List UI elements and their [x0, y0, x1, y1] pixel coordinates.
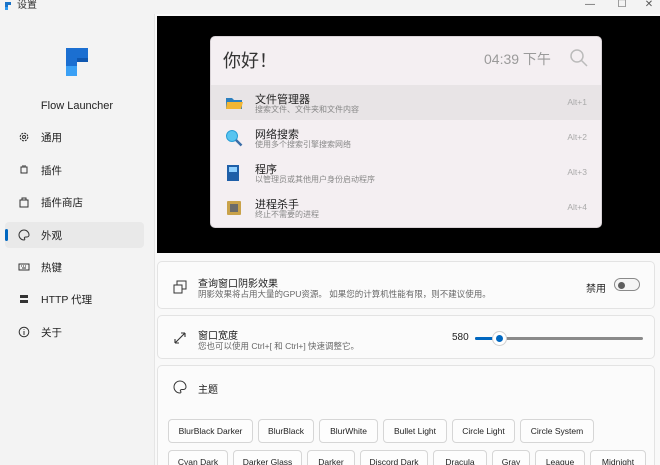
proxy-icon: [17, 292, 31, 306]
palette-icon: [173, 380, 187, 394]
preview-query-text: 你好！: [223, 51, 277, 71]
result-subtitle: 终止不需要的进程: [255, 210, 319, 219]
sidebar-item-plugins[interactable]: 插件: [5, 157, 144, 183]
preview-result-item: 程序 以管理员或其他用户身份启动程序 Alt+3: [211, 155, 601, 190]
theme-option[interactable]: Bullet Light: [383, 419, 447, 443]
theme-option[interactable]: BlurBlack: [258, 419, 314, 443]
result-subtitle: 以管理员或其他用户身份启动程序: [255, 175, 375, 184]
sidebar-item-label: 外观: [41, 229, 62, 242]
shadow-effect-card: 查询窗口阴影效果 阴影效果将占用大量的GPU资源。 如果您的计算机性能有限，则不…: [157, 261, 655, 309]
window-width-card: 窗口宽度 您也可以使用 Ctrl+[ 和 Ctrl+] 快速调整它。 580: [157, 315, 655, 359]
sidebar-item-label: HTTP 代理: [41, 293, 93, 306]
preview-result-item: 进程杀手 终止不需要的进程 Alt+4: [211, 190, 601, 225]
preview-result-item: 文件管理器 搜索文件、文件夹和文件内容 Alt+1: [211, 85, 601, 120]
result-hotkey: Alt+4: [567, 202, 587, 212]
theme-option[interactable]: Darker Glass: [233, 450, 302, 465]
sidebar-item-label: 关于: [41, 326, 62, 339]
resize-icon: [174, 332, 186, 344]
sidebar-item-about[interactable]: 关于: [5, 319, 144, 345]
preview-clock: 04:39 下午: [484, 51, 551, 67]
sidebar-item-plugin-store[interactable]: 插件商店: [5, 189, 144, 215]
search-icon: [570, 49, 588, 67]
result-subtitle: 使用多个搜索引擎搜索网络: [255, 140, 351, 149]
theme-option[interactable]: Discord Dark: [360, 450, 428, 465]
appearance-page: 你好！ 04:39 下午 文件管理器 搜索文件、文件夹和文件内容 Alt+1 网…: [154, 14, 660, 465]
minimize-button[interactable]: —: [575, 0, 605, 12]
plugin-icon: [17, 163, 31, 177]
slider-thumb[interactable]: [491, 331, 507, 346]
brand-name: Flow Launcher: [40, 100, 114, 112]
sidebar-item-http-proxy[interactable]: HTTP 代理: [5, 286, 144, 312]
sidebar-item-general[interactable]: 通用: [5, 124, 144, 150]
shadow-effect-desc: 阴影效果将占用大量的GPU资源。 如果您的计算机性能有限，则不建议使用。: [198, 289, 491, 299]
close-button[interactable]: ✕: [634, 0, 660, 12]
theme-option[interactable]: BlurWhite: [319, 419, 378, 443]
cpu-icon: [227, 201, 241, 215]
active-indicator: [5, 229, 8, 241]
theme-option[interactable]: Dracula: [433, 450, 487, 465]
theme-option[interactable]: Circle System: [520, 419, 594, 443]
window-width-value: 580: [452, 332, 469, 343]
gear-icon: [17, 130, 31, 144]
window-width-desc: 您也可以使用 Ctrl+[ 和 Ctrl+] 快速调整它。: [198, 341, 360, 351]
preview-result-item: 网络搜索 使用多个搜索引擎搜索网络 Alt+2: [211, 120, 601, 155]
sidebar-item-appearance[interactable]: 外观: [5, 222, 144, 248]
store-icon: [17, 195, 31, 209]
shadow-toggle[interactable]: [614, 278, 640, 291]
title-bar: 设置 — ☐ ✕: [0, 0, 660, 14]
theme-option[interactable]: Circle Light: [452, 419, 515, 443]
flow-launcher-logo-icon: [66, 48, 88, 76]
result-subtitle: 搜索文件、文件夹和文件内容: [255, 105, 359, 114]
theme-card: 主题 BlurBlack Darker BlurBlack BlurWhite …: [157, 365, 655, 465]
theme-option[interactable]: Midnight: [590, 450, 646, 465]
sidebar-item-hotkeys[interactable]: 热键: [5, 254, 144, 280]
toggle-knob: [618, 281, 625, 289]
theme-preview: 你好！ 04:39 下午 文件管理器 搜索文件、文件夹和文件内容 Alt+1 网…: [157, 16, 660, 253]
maximize-button[interactable]: ☐: [607, 0, 637, 12]
shadow-toggle-label: 禁用: [586, 284, 606, 295]
theme-option[interactable]: League: [535, 450, 585, 465]
sidebar-item-label: 热键: [41, 261, 62, 274]
sidebar-item-label: 插件: [41, 164, 62, 177]
folder-icon: [226, 98, 243, 109]
sidebar: Flow Launcher 通用 插件 插件商店 外观 热键 HTTP 代理 关…: [0, 14, 154, 465]
theme-option[interactable]: BlurBlack Darker: [168, 419, 253, 443]
magnifier-icon: [226, 130, 243, 147]
theme-option[interactable]: Darker: [307, 450, 355, 465]
result-hotkey: Alt+2: [567, 132, 587, 142]
theme-title: 主题: [198, 385, 218, 396]
window-title: 设置: [17, 0, 37, 11]
app-logo-icon: [5, 2, 11, 10]
window-shadow-icon: [173, 280, 187, 294]
launcher-preview-window: 你好！ 04:39 下午 文件管理器 搜索文件、文件夹和文件内容 Alt+1 网…: [210, 36, 602, 228]
keyboard-icon: [17, 260, 31, 274]
result-hotkey: Alt+3: [567, 167, 587, 177]
program-icon: [227, 165, 239, 181]
sidebar-item-label: 通用: [41, 131, 62, 144]
theme-option[interactable]: Gray: [492, 450, 530, 465]
palette-icon: [17, 228, 31, 242]
window-width-slider[interactable]: [475, 331, 643, 346]
sidebar-item-label: 插件商店: [41, 196, 83, 209]
info-icon: [17, 325, 31, 339]
result-hotkey: Alt+1: [567, 97, 587, 107]
theme-option[interactable]: Cyan Dark: [168, 450, 228, 465]
